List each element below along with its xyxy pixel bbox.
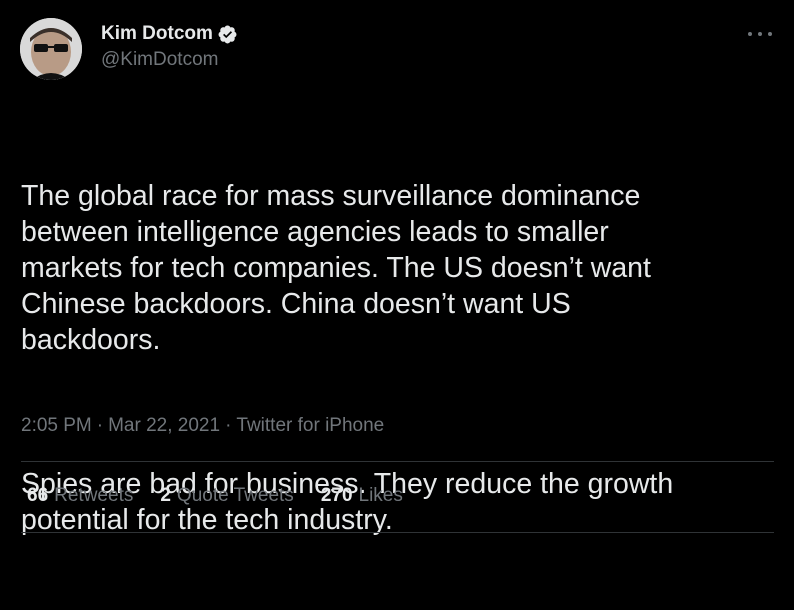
tweet-header: Kim Dotcom @KimDotcom [20, 18, 238, 80]
likes-count: 270 [320, 485, 353, 506]
author-info: Kim Dotcom @KimDotcom [101, 22, 238, 72]
meta-separator: · [225, 415, 232, 436]
tweet-text: The global race for mass surveillance do… [21, 106, 766, 610]
tweet-paragraph: The global race for mass surveillance do… [21, 180, 651, 356]
quote-tweets-stat[interactable]: 2 Quote Tweets [160, 485, 293, 507]
author-name-row: Kim Dotcom [101, 22, 238, 46]
meta-separator: · [96, 415, 104, 436]
author-handle[interactable]: @KimDotcom [101, 48, 238, 72]
avatar[interactable] [20, 18, 82, 80]
tweet-stats: 66 Retweets 2 Quote Tweets 270 Likes [27, 485, 430, 507]
divider [21, 461, 774, 462]
likes-stat[interactable]: 270 Likes [321, 485, 403, 507]
tweet-time[interactable]: 2:05 PM [21, 415, 92, 437]
verified-badge-icon [217, 24, 238, 45]
retweets-label: Retweets [54, 485, 134, 506]
avatar-image [20, 18, 82, 80]
tweet-source[interactable]: Twitter for iPhone [236, 415, 384, 437]
divider [21, 532, 774, 533]
author-display-name[interactable]: Kim Dotcom [101, 22, 213, 46]
tweet-card: Kim Dotcom @KimDotcom The global race fo… [0, 0, 794, 540]
likes-label: Likes [358, 485, 403, 506]
tweet-date[interactable]: Mar 22, 2021 [108, 415, 220, 437]
more-options-icon[interactable] [748, 24, 772, 44]
tweet-meta: 2:05 PM · Mar 22, 2021 · Twitter for iPh… [21, 415, 384, 437]
retweets-stat[interactable]: 66 Retweets [27, 485, 133, 507]
quote-tweets-label: Quote Tweets [176, 485, 294, 506]
retweets-count: 66 [27, 485, 49, 506]
quote-tweets-count: 2 [160, 485, 171, 506]
